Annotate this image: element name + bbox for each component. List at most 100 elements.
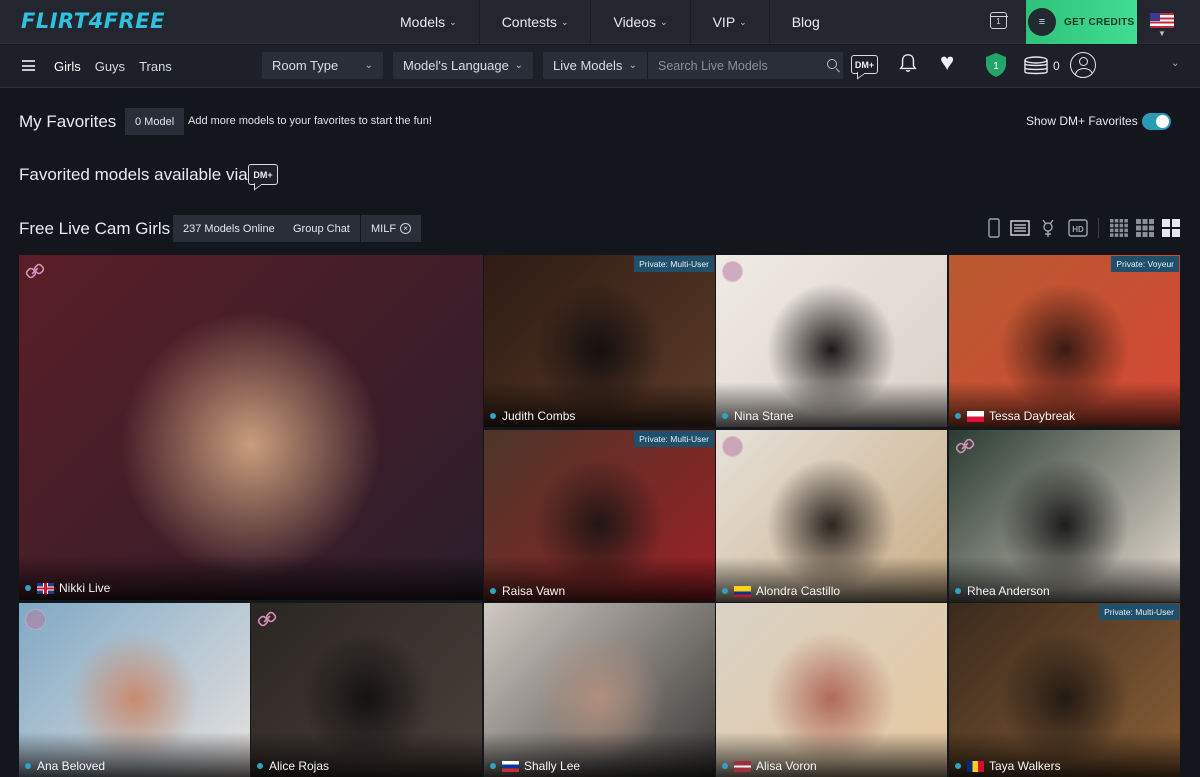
nav-videos[interactable]: Videos ⌄ [590, 0, 689, 44]
favorites-hint: Add more models to your favorites to sta… [188, 115, 432, 127]
live-status-dot [955, 763, 961, 769]
model-tile[interactable]: Private: Multi-User Judith Combs [484, 255, 715, 427]
uk-flag-icon [37, 582, 54, 594]
nav-vip[interactable]: VIP ⌄ [689, 0, 769, 44]
close-icon[interactable]: × [400, 223, 412, 234]
live-status-dot [722, 588, 728, 594]
model-tile[interactable]: Nina Stane [716, 255, 947, 427]
models-online-chip[interactable]: 237 Models Online [173, 215, 285, 242]
live-status-dot [955, 588, 961, 594]
model-tile[interactable]: Alondra Castillo [716, 430, 947, 602]
dm-plus-icon[interactable]: DM+ [851, 55, 878, 74]
calendar-icon[interactable]: 1 [989, 12, 1008, 29]
model-name: Tessa Daybreak [989, 409, 1076, 423]
live-status-dot [722, 413, 728, 419]
model-name-row: Nikki Live [25, 581, 110, 595]
nav-contests[interactable]: Contests ⌄ [478, 0, 591, 44]
model-tile[interactable]: Alisa Voron [716, 603, 947, 777]
chevron-down-icon[interactable]: ⌄ [1171, 58, 1179, 69]
mobile-view-icon[interactable] [988, 218, 1000, 238]
tab-trans[interactable]: Trans [139, 45, 180, 88]
model-tile[interactable]: Alice Rojas [251, 603, 482, 777]
grid-large-icon[interactable] [1162, 219, 1180, 237]
main-nav: Models ⌄ Contests ⌄ Videos ⌄ VIP ⌄ Blog [378, 0, 842, 44]
brand-logo[interactable]: FLIRT4FREE [21, 9, 165, 33]
model-tile[interactable]: Rhea Anderson [949, 430, 1180, 602]
chevron-down-icon[interactable]: ▼ [1158, 29, 1166, 38]
tab-guys[interactable]: Guys [95, 45, 133, 88]
bell-icon[interactable] [898, 53, 918, 73]
ro-flag-icon [967, 760, 984, 772]
coins-count: 0 [1053, 59, 1060, 73]
search-input[interactable] [648, 52, 818, 79]
dm-plus-icon: DM+ [248, 164, 278, 185]
language-label: Model's Language [403, 58, 509, 73]
list-view-icon[interactable] [1010, 220, 1030, 236]
dm-link-icon [955, 438, 975, 454]
model-name: Alondra Castillo [756, 584, 841, 598]
coins-icon[interactable] [1023, 56, 1049, 76]
milf-chip[interactable]: MILF × [361, 215, 422, 242]
model-name-row: Rhea Anderson [955, 584, 1050, 598]
tab-girls[interactable]: Girls [54, 45, 89, 88]
get-credits-button[interactable]: ≡ GET CREDITS [1026, 0, 1137, 44]
top-bar: FLIRT4FREE Models ⌄ Contests ⌄ Videos ⌄ VIP ⌄ Bl… [0, 0, 1200, 44]
nav-label: Contests [501, 14, 557, 30]
model-name: Raisa Vawn [502, 584, 566, 598]
search-icon[interactable] [827, 59, 837, 69]
live-status-dot [25, 585, 31, 591]
room-type-select[interactable]: Room Type ⌄ [262, 52, 383, 79]
live-models-select[interactable]: Live Models ⌄ [543, 52, 647, 79]
model-name: Rhea Anderson [967, 584, 1050, 598]
model-name-row: Alice Rojas [257, 759, 329, 773]
model-name: Taya Walkers [989, 759, 1061, 773]
divider [1098, 218, 1099, 238]
nav-label: Models [400, 14, 446, 30]
model-name-row: Nina Stane [722, 409, 793, 423]
language-select[interactable]: Model's Language ⌄ [393, 52, 533, 79]
user-account-icon[interactable] [1070, 52, 1096, 78]
live-status-dot [955, 413, 961, 419]
dm-status-icon [722, 261, 743, 282]
live-models-label: Live Models [553, 58, 623, 73]
model-name: Judith Combs [502, 409, 576, 423]
model-name: Alisa Voron [756, 759, 817, 773]
model-name-row: Raisa Vawn [490, 584, 565, 598]
model-tile[interactable]: Shally Lee [484, 603, 715, 777]
heart-icon[interactable]: ♥ [940, 51, 954, 75]
model-name-row: Ana Beloved [25, 759, 105, 773]
hd-filter-icon[interactable]: HD [1068, 219, 1088, 237]
model-tile[interactable]: Private: Multi-User Taya Walkers [949, 603, 1180, 777]
nav-blog[interactable]: Blog [768, 0, 842, 44]
model-tile[interactable]: Private: Voyeur Tessa Daybreak [949, 255, 1180, 427]
nav-label: Blog [791, 14, 820, 30]
gender-filter-icon[interactable] [1040, 218, 1056, 238]
ru-flag-icon [502, 760, 519, 772]
favorites-title: My Favorites [19, 112, 117, 131]
us-flag-icon[interactable] [1150, 13, 1174, 28]
model-tile[interactable]: Nikki Live [19, 255, 483, 600]
dm-favorites-toggle[interactable] [1142, 113, 1171, 130]
dm-link-icon [25, 263, 45, 279]
private-badge: Private: Multi-User [634, 256, 714, 272]
nav-models[interactable]: Models ⌄ [378, 0, 479, 44]
live-status-dot [25, 763, 31, 769]
grid-small-icon[interactable] [1110, 219, 1128, 237]
model-tile[interactable]: Private: Multi-User Raisa Vawn [484, 430, 715, 602]
menu-icon[interactable] [22, 60, 35, 71]
group-chat-chip[interactable]: Group Chat [283, 215, 360, 242]
grid-medium-icon[interactable] [1136, 219, 1154, 237]
model-name-row: Taya Walkers [955, 759, 1061, 773]
model-name-row: Alisa Voron [722, 759, 817, 773]
shield-icon[interactable]: 1 [984, 52, 1008, 78]
model-name-row: Judith Combs [490, 409, 575, 423]
chevron-down-icon: ⌄ [739, 16, 747, 27]
dm-status-icon [25, 609, 46, 630]
pl-flag-icon [967, 410, 984, 422]
model-tile[interactable]: Ana Beloved [19, 603, 250, 777]
live-status-dot [490, 588, 496, 594]
shield-level: 1 [993, 61, 999, 72]
section-title: Free Live Cam Girls [19, 219, 171, 238]
gender-tabs: Girls Guys Trans [54, 45, 186, 88]
chevron-down-icon: ⌄ [514, 60, 523, 71]
